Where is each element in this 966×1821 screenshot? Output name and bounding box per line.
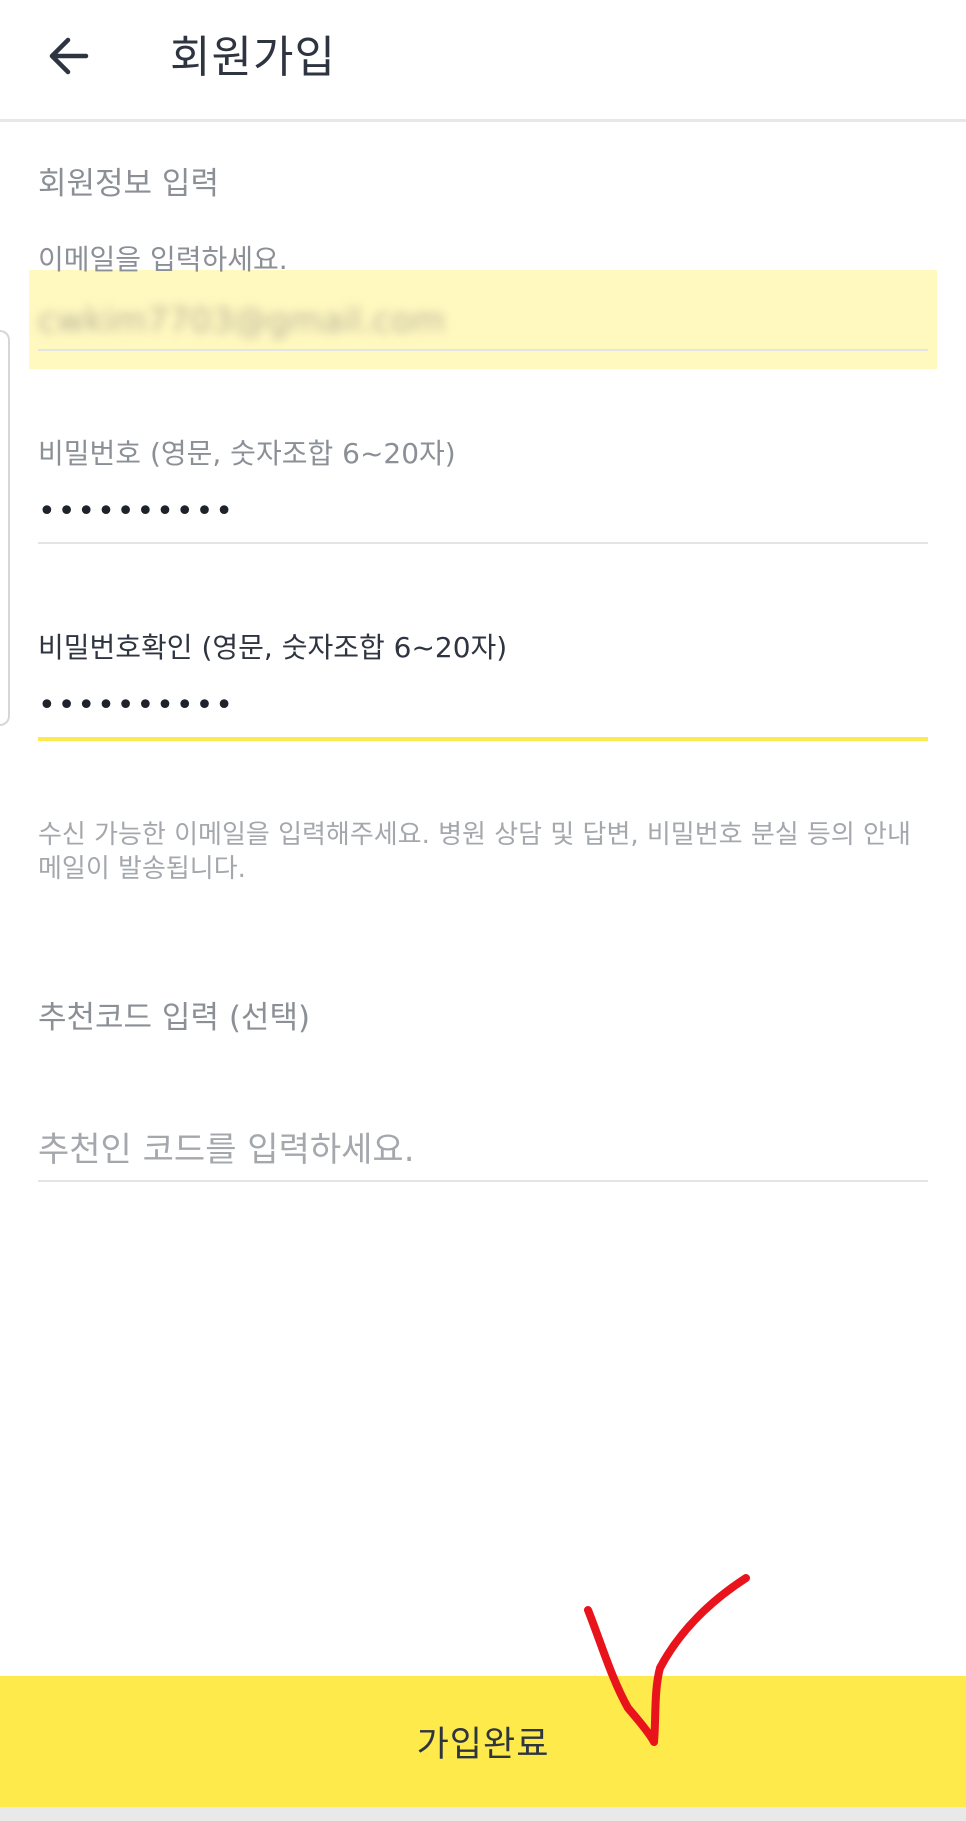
referral-underline <box>38 1180 928 1182</box>
password-label: 비밀번호 (영문, 숫자조합 6~20자) <box>38 437 456 470</box>
referral-code-input[interactable] <box>38 1124 928 1176</box>
bottom-strip <box>0 1807 966 1821</box>
submit-label: 가입완료 <box>416 1725 550 1765</box>
submit-button[interactable]: 가입완료 <box>0 1676 966 1807</box>
password-confirm-label: 비밀번호확인 (영문, 숫자조합 6~20자) <box>38 631 508 664</box>
help-text: 수신 가능한 이메일을 입력해주세요. 병원 상담 및 답변, 비밀번호 분실 … <box>38 820 911 884</box>
section-title: 회원정보 입력 <box>38 166 219 202</box>
back-button[interactable] <box>36 24 100 88</box>
page-title: 회원가입 <box>170 32 336 83</box>
email-field[interactable]: cwkim7703@gmail.com <box>38 298 445 344</box>
arrow-left-icon <box>49 37 89 75</box>
password-underline <box>38 542 928 544</box>
side-panel-handle[interactable] <box>0 330 10 726</box>
referral-title: 추천코드 입력 (선택) <box>38 1000 311 1036</box>
email-underline <box>38 349 928 351</box>
app-bar: 회원가입 <box>0 0 966 122</box>
email-label: 이메일을 입력하세요. <box>38 243 288 276</box>
password-confirm-underline <box>38 737 928 741</box>
password-confirm-field[interactable]: •••••••••• <box>38 684 235 728</box>
password-field[interactable]: •••••••••• <box>38 490 235 534</box>
